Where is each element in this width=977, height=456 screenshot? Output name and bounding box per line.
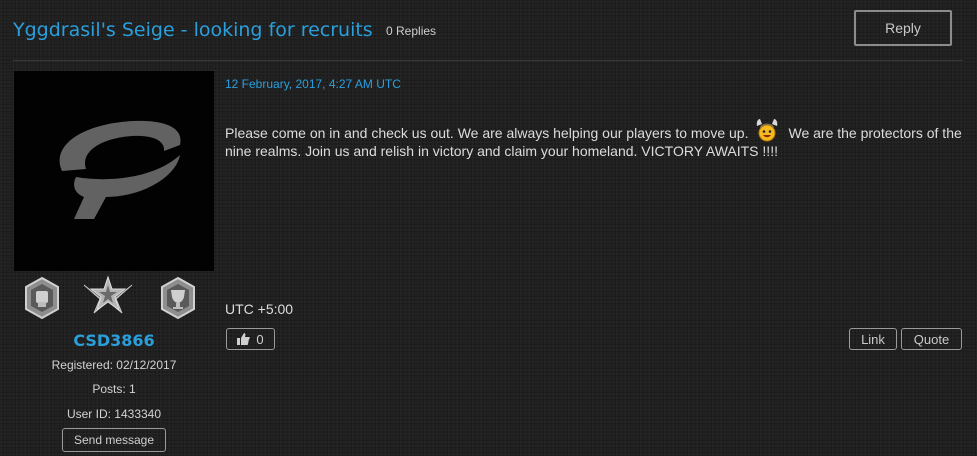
star-wings-badge-icon (83, 275, 133, 314)
post-text-part-1: Please come on in and check us out. We a… (225, 125, 749, 141)
header-divider (13, 60, 963, 61)
post-date[interactable]: 12 February, 2017, 4:27 AM UTC (225, 77, 401, 91)
avatar[interactable] (14, 71, 214, 271)
quote-button[interactable]: Quote (901, 328, 962, 350)
like-count: 0 (256, 331, 264, 347)
fist-badge-icon (25, 276, 59, 320)
thread-title: Yggdrasil's Seige - looking for recruits (13, 19, 373, 41)
username[interactable]: CSD3866 (14, 331, 214, 350)
registered-date: Registered: 02/12/2017 (51, 358, 177, 372)
paradox-logo-icon (59, 120, 181, 219)
thread-header: Yggdrasil's Seige - looking for recruits… (0, 0, 977, 60)
send-message-button[interactable]: Send message (62, 428, 166, 452)
post-count: Posts: 1 (92, 382, 136, 396)
post-body: Please come on in and check us out. We a… (225, 118, 965, 158)
trophy-badge-icon (161, 276, 195, 320)
link-button[interactable]: Link (849, 328, 897, 350)
thumbs-up-icon (237, 333, 251, 345)
like-button[interactable]: 0 (226, 328, 275, 350)
user-id: User ID: 1433340 (66, 407, 162, 421)
reply-count: 0 Replies (386, 24, 437, 38)
badges (14, 275, 214, 323)
viking-smiley-icon (754, 118, 780, 144)
timezone: UTC +5:00 (225, 301, 294, 317)
reply-button[interactable]: Reply (854, 10, 952, 46)
